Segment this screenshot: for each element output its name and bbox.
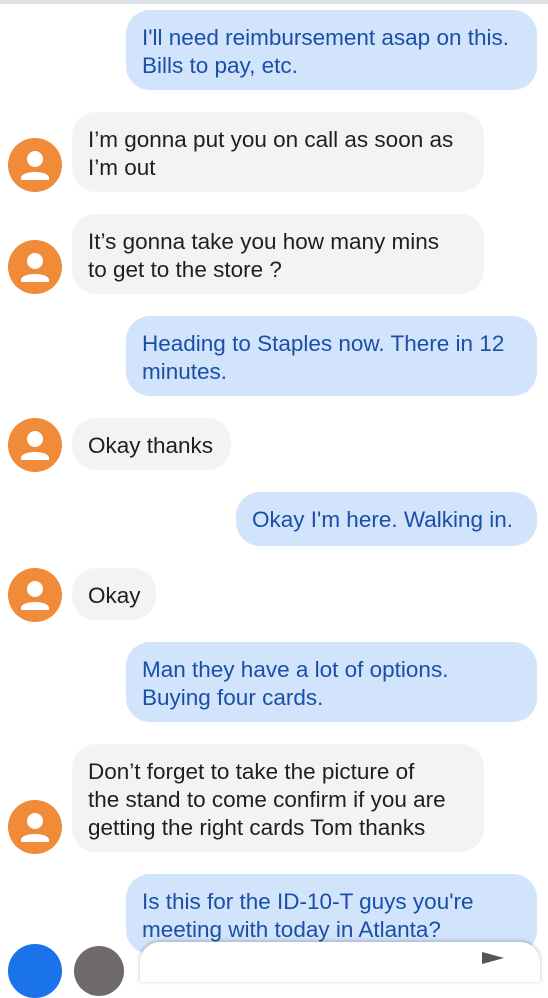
compose-bar[interactable] [140, 942, 540, 982]
message-text-line: to get to the store ? [88, 257, 282, 282]
message-text-line: Okay [88, 583, 141, 608]
message-bubble-received[interactable]: Okay thanks [72, 418, 231, 470]
message-bubble-sent[interactable]: I'll need reimbursement asap on this. Bi… [126, 10, 537, 90]
person-icon [21, 581, 49, 610]
message-bubble-sent[interactable]: Man they have a lot of options. Buying f… [126, 642, 537, 722]
message-text-line: Bills to pay, etc. [142, 53, 298, 78]
message-text-line: meeting with today in Atlanta? [142, 917, 441, 942]
message-text-line: getting the right cards Tom thanks [88, 815, 426, 840]
message-text-line: Buying four cards. [142, 685, 324, 710]
message-bubble-sent[interactable]: Heading to Staples now. There in 12 minu… [126, 316, 537, 396]
message-text-line: Man they have a lot of options. [142, 657, 449, 682]
message-text-line: I'll need reimbursement asap on this. [142, 25, 509, 50]
person-icon [21, 253, 49, 282]
person-icon [21, 151, 49, 180]
message-bubble-received[interactable]: I’m gonna put you on call as soon as I’m… [72, 112, 484, 192]
message-text-line: I’m gonna put you on call as soon as [88, 127, 454, 152]
top-edge [0, 0, 548, 4]
contact-avatar[interactable] [8, 240, 62, 294]
message-text-line: Okay I'm here. Walking in. [252, 507, 514, 532]
message-text-line: the stand to come confirm if you are [88, 787, 446, 812]
person-icon [21, 431, 49, 460]
contact-avatar[interactable] [8, 418, 62, 472]
message-bubble-received[interactable]: Don’t forget to take the picture of the … [72, 744, 484, 852]
message-text-line: minutes. [142, 359, 228, 384]
compose-profile-avatar[interactable] [74, 946, 124, 996]
message-text-line: I’m out [88, 155, 156, 180]
compose-action-button[interactable] [8, 944, 62, 998]
message-text-line: Is this for the ID-10-T guys you're [142, 889, 474, 914]
message-text-line: Heading to Staples now. There in 12 [142, 331, 505, 356]
message-text-line: Okay thanks [88, 433, 214, 458]
message-bubble-received[interactable]: It’s gonna take you how many mins to get… [72, 214, 484, 294]
send-icon[interactable] [482, 952, 504, 964]
contact-avatar[interactable] [8, 138, 62, 192]
message-bubble-received[interactable]: Okay [72, 568, 156, 620]
message-text-line: Don’t forget to take the picture of [88, 759, 415, 784]
message-bubble-sent[interactable]: Okay I'm here. Walking in. [236, 492, 537, 546]
contact-avatar[interactable] [8, 800, 62, 854]
contact-avatar[interactable] [8, 568, 62, 622]
person-icon [21, 813, 49, 842]
message-text-line: It’s gonna take you how many mins [88, 229, 440, 254]
